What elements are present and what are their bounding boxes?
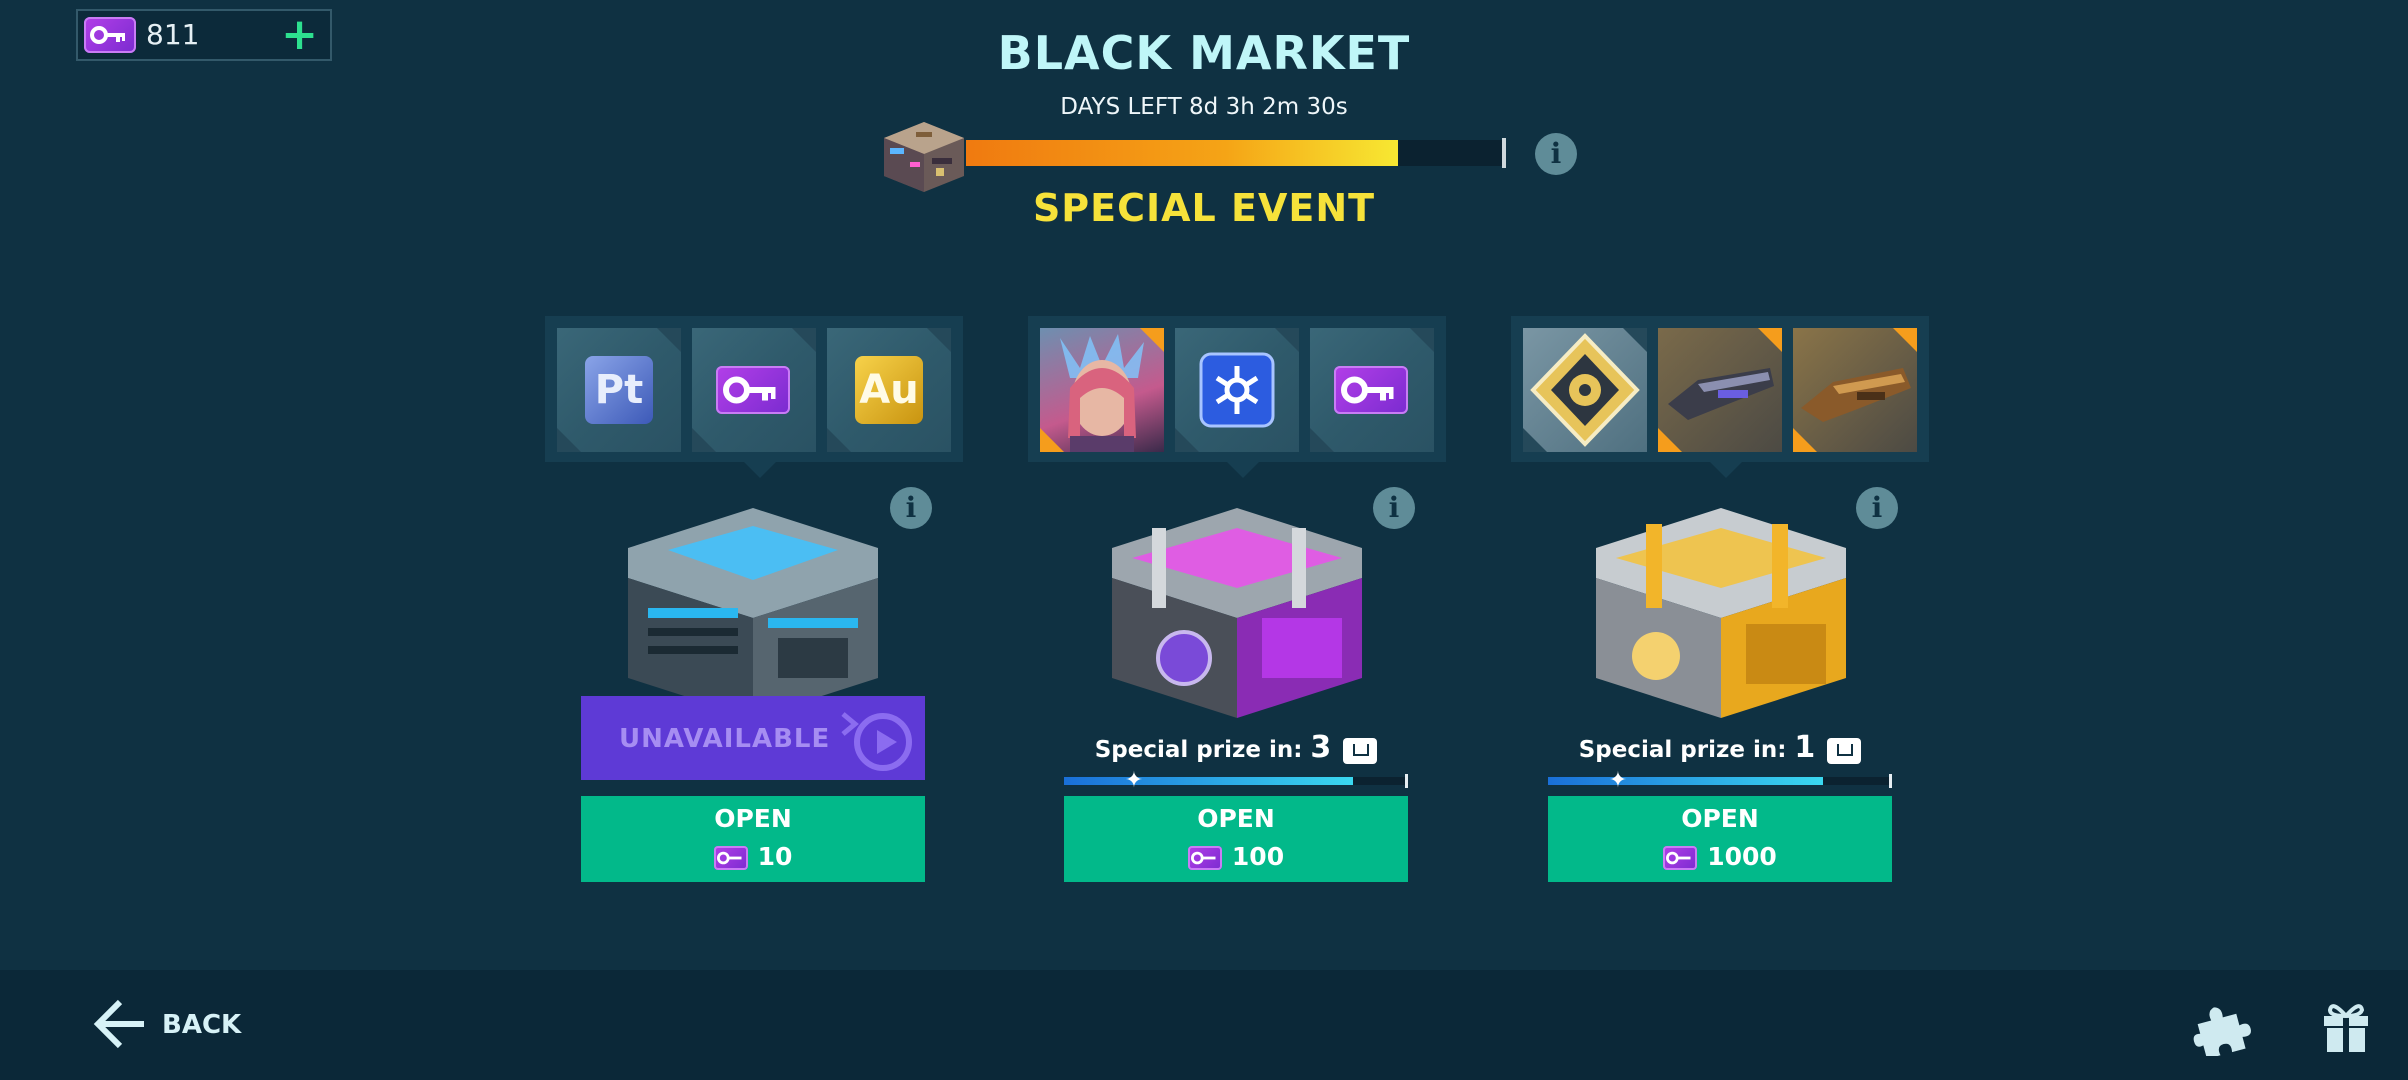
unavailable-label: UNAVAILABLE [619, 724, 831, 754]
key-ticket-icon [716, 366, 790, 414]
reward-slot[interactable] [1658, 328, 1782, 452]
prize-box-icon [1827, 737, 1862, 764]
days-left-timer: DAYS LEFT 8d 3h 2m 30s [1060, 94, 1348, 120]
special-prize-progress: ✦ [1064, 769, 1408, 793]
special-prize-count: 1 [1794, 730, 1816, 765]
price-value: 1000 [1707, 842, 1777, 871]
special-prize-fill [1548, 777, 1824, 785]
reward-preview-panel [1028, 316, 1446, 478]
key-ticket-icon [1187, 846, 1222, 870]
gold-icon: Au [855, 356, 923, 424]
special-prize-count: 3 [1310, 730, 1332, 765]
special-prize-counter: Special prize in: 1 [1548, 730, 1892, 766]
progress-end-marker [1502, 138, 1506, 168]
reward-preview-panel [1511, 316, 1929, 478]
price-value: 10 [757, 842, 793, 871]
back-label: BACK [162, 1010, 242, 1040]
prize-box-icon [1343, 737, 1378, 764]
watch-ad-icon [841, 712, 912, 771]
blue-chest-image[interactable] [608, 488, 898, 728]
chest-info-icon[interactable]: i [1373, 487, 1415, 529]
platinum-icon: Pt [585, 356, 653, 424]
open-label: OPEN [714, 804, 792, 833]
unavailable-badge: UNAVAILABLE [581, 696, 925, 780]
price: 100 [1064, 842, 1408, 872]
price-value: 100 [1231, 842, 1285, 871]
reward-slot[interactable] [1175, 328, 1299, 452]
sparkle-icon: ✦ [1124, 768, 1144, 793]
special-prize-label: Special prize in: [1578, 737, 1787, 763]
open-label: OPEN [1197, 804, 1275, 833]
reward-slot[interactable]: Au [827, 328, 951, 452]
footer-bar [0, 970, 2408, 1080]
event-cube-icon [884, 122, 964, 192]
puzzle-icon[interactable] [2192, 996, 2252, 1056]
open-chest-button[interactable]: OPEN 1000 [1548, 796, 1892, 882]
price: 10 [581, 842, 925, 872]
special-prize-label: Special prize in: [1094, 737, 1303, 763]
event-progress-bar [966, 140, 1506, 166]
key-ticket-icon [713, 846, 748, 870]
reward-slot[interactable] [692, 328, 816, 452]
gift-icon[interactable] [2322, 998, 2370, 1054]
reward-preview-panel: Pt Au [545, 316, 963, 478]
chest-info-icon[interactable]: i [890, 487, 932, 529]
event-progress-fill [966, 140, 1398, 166]
open-label: OPEN [1681, 804, 1759, 833]
price: 1000 [1548, 842, 1892, 872]
purple-chest-image[interactable] [1092, 488, 1382, 728]
special-event-label: SPECIAL EVENT [1032, 186, 1376, 230]
reward-slot[interactable] [1523, 328, 1647, 452]
open-chest-button[interactable]: OPEN 10 [581, 796, 925, 882]
event-info-icon[interactable]: i [1535, 133, 1577, 175]
page-title: BLACK MARKET [997, 26, 1411, 80]
back-button[interactable]: BACK [92, 996, 241, 1056]
special-prize-counter: Special prize in: 3 [1064, 730, 1408, 766]
arrow-left-icon [93, 999, 144, 1049]
special-prize-progress: ✦ [1548, 769, 1892, 793]
reward-slot[interactable] [1040, 328, 1164, 452]
key-ticket-icon [1334, 366, 1408, 414]
reward-slot[interactable] [1310, 328, 1434, 452]
open-chest-button[interactable]: OPEN 100 [1064, 796, 1408, 882]
reward-slot[interactable] [1793, 328, 1917, 452]
sparkle-icon: ✦ [1608, 768, 1628, 793]
special-prize-fill [1064, 777, 1353, 785]
chest-info-icon[interactable]: i [1856, 487, 1898, 529]
reward-slot[interactable]: Pt [557, 328, 681, 452]
gold-chest-image[interactable] [1576, 488, 1866, 728]
key-ticket-icon [1663, 846, 1698, 870]
